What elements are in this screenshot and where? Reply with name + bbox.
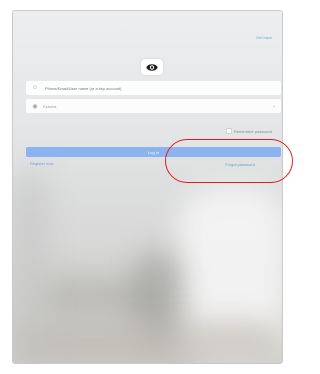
chevron-down-icon: ⌄ <box>271 103 276 109</box>
region-value: Estonia <box>43 103 57 109</box>
account-field[interactable]: ☺ <box>26 81 281 95</box>
background-wall-dark <box>13 171 48 361</box>
remember-password[interactable]: Remember password <box>225 128 272 134</box>
background-floor <box>13 321 282 363</box>
eye-icon <box>146 63 158 71</box>
register-link[interactable]: Register now <box>30 161 53 166</box>
get-back-link[interactable]: Get back <box>256 35 272 40</box>
globe-icon: ◉ <box>32 103 38 110</box>
login-window: Get back ☺ ◉ Estonia ⌄ Remember password… <box>12 10 283 364</box>
region-select[interactable]: ◉ Estonia ⌄ <box>26 99 281 113</box>
remember-checkbox[interactable] <box>225 128 232 134</box>
user-icon: ☺ <box>31 85 39 91</box>
remember-label: Remember password <box>233 128 272 134</box>
highlight-annotation-ellipse <box>165 139 293 183</box>
account-input[interactable] <box>43 84 281 92</box>
app-logo <box>141 59 163 75</box>
